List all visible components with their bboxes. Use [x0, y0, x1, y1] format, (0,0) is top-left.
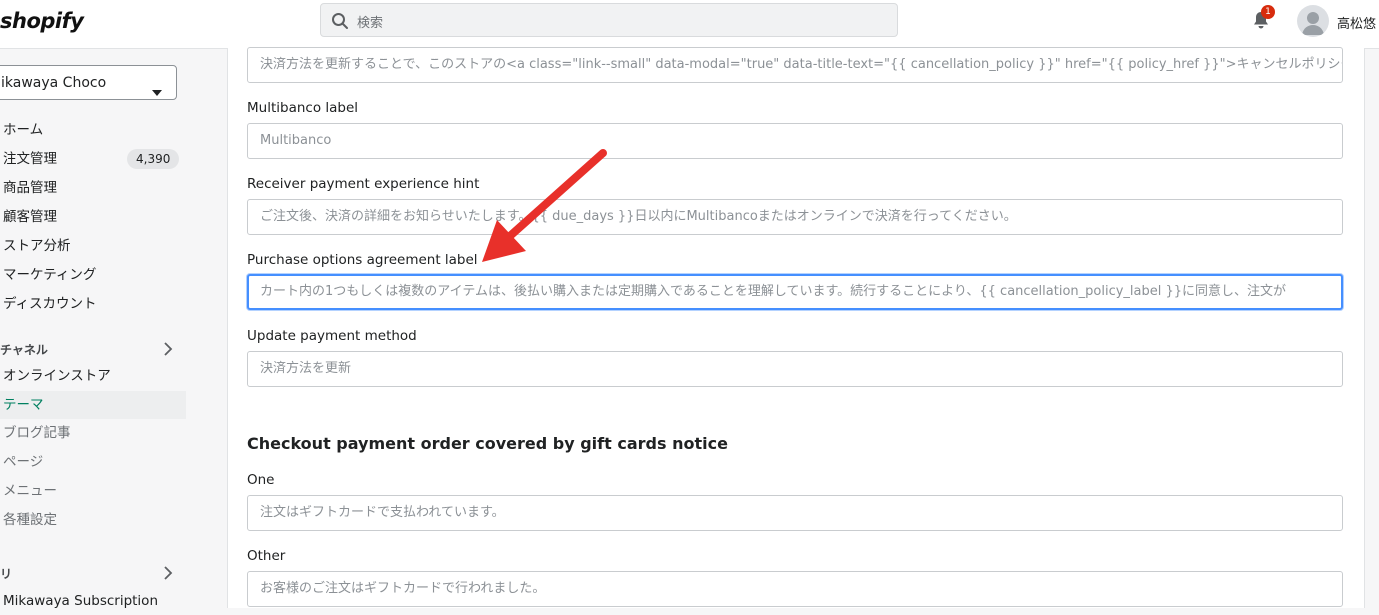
sidebar-item-label: 顧客管理 — [3, 209, 57, 225]
store-name: ikawaya Choco — [1, 75, 107, 91]
chevron-right-icon[interactable] — [163, 565, 173, 584]
sidebar-item-analytics[interactable]: ストア分析 — [0, 232, 186, 260]
field-label: Purchase options agreement label — [247, 252, 478, 268]
sidebar-item-home[interactable]: ホーム — [0, 116, 186, 144]
field-label: Update payment method — [247, 328, 417, 344]
field-label: Other — [247, 548, 286, 564]
sidebar-item-marketing[interactable]: マーケティング — [0, 261, 186, 289]
store-selector[interactable]: ikawaya Choco — [0, 65, 177, 100]
sidebar-item-app[interactable]: Mikawaya Subscription — [0, 587, 186, 615]
sidebar-item-themes[interactable]: テーマ — [0, 391, 186, 419]
section-title: Checkout payment order covered by gift c… — [247, 434, 728, 453]
field-placeholder: 注文はギフトカードで支払われています。 — [260, 505, 505, 520]
sidebar-item-label: メニュー — [3, 483, 57, 499]
sidebar-item-products[interactable]: 商品管理 — [0, 174, 186, 202]
sidebar-item-label: オンラインストア — [3, 368, 111, 384]
sidebar-item-label: Mikawaya Subscription — [3, 593, 158, 609]
search-bar[interactable]: 検索 — [320, 3, 898, 37]
sidebar: ikawaya Choco ホーム 注文管理 4,390 商品管理 顧客管理 スト… — [0, 49, 195, 609]
sidebar-item-discounts[interactable]: ディスカウント — [0, 290, 186, 318]
top-bar: shopify 検索 1 高松悠 — [0, 0, 1379, 49]
receiver-payment-hint-input[interactable]: ご注文後、決済の詳細をお知らせいたします。{{ due_days }}日以内にM… — [247, 199, 1343, 235]
field-label: Receiver payment experience hint — [247, 176, 480, 192]
sidebar-item-label: テーマ — [3, 397, 44, 413]
search-icon — [331, 12, 349, 34]
user-name[interactable]: 高松悠 — [1337, 13, 1376, 32]
chevron-right-icon[interactable] — [163, 341, 173, 360]
update-payment-method-input[interactable]: 決済方法を更新 — [247, 351, 1343, 387]
gift-card-one-input[interactable]: 注文はギフトカードで支払われています。 — [247, 495, 1343, 531]
sidebar-item-orders[interactable]: 注文管理 4,390 — [0, 145, 186, 173]
field-placeholder: Multibanco — [260, 133, 332, 148]
sidebar-item-label: ホーム — [3, 122, 44, 138]
sidebar-item-label: ディスカウント — [3, 296, 97, 312]
sidebar-item-pages[interactable]: ページ — [0, 448, 186, 476]
field-placeholder: ご注文後、決済の詳細をお知らせいたします。{{ due_days }}日以内にM… — [260, 209, 1017, 224]
search-placeholder: 検索 — [357, 16, 384, 31]
field-label: Multibanco label — [247, 100, 359, 116]
sidebar-item-label: ページ — [3, 454, 44, 470]
sidebar-item-label: 各種設定 — [3, 512, 57, 528]
channels-heading: チャネル — [0, 343, 48, 357]
sidebar-item-label: ブログ記事 — [3, 425, 71, 441]
sidebar-item-menus[interactable]: メニュー — [0, 477, 186, 505]
sidebar-item-blog-posts[interactable]: ブログ記事 — [0, 419, 186, 447]
notification-badge: 1 — [1261, 5, 1275, 19]
orders-count-badge: 4,390 — [127, 149, 180, 169]
avatar[interactable] — [1297, 5, 1329, 37]
sidebar-item-customers[interactable]: 顧客管理 — [0, 203, 186, 231]
shopify-logo[interactable]: shopify — [0, 9, 84, 33]
sidebar-item-label: マーケティング — [3, 267, 97, 283]
field-placeholder: 決済方法を更新 — [260, 361, 352, 376]
caret-down-icon — [152, 81, 162, 100]
sidebar-item-preferences[interactable]: 各種設定 — [0, 506, 186, 534]
field-value: 決済方法を更新することで、このストアの<a class="link--small… — [260, 57, 1343, 72]
field-placeholder: お客様のご注文はギフトカードで行われました。 — [260, 581, 546, 596]
multibanco-label-input[interactable]: Multibanco — [247, 123, 1343, 159]
field-label: One — [247, 472, 275, 488]
sidebar-item-online-store[interactable]: オンラインストア — [0, 362, 186, 390]
field-placeholder: カート内の1つもしくは複数のアイテムは、後払い購入または定期購入であることを理解… — [260, 284, 1287, 299]
sidebar-item-label: 注文管理 — [3, 151, 57, 167]
sidebar-item-label: 商品管理 — [3, 180, 57, 196]
gift-card-other-input[interactable]: お客様のご注文はギフトカードで行われました。 — [247, 571, 1343, 607]
apps-heading: リ — [0, 567, 13, 581]
sidebar-item-label: ストア分析 — [3, 238, 71, 254]
update-payment-text-field[interactable]: 決済方法を更新することで、このストアの<a class="link--small… — [247, 47, 1343, 83]
purchase-options-agreement-input[interactable]: カート内の1つもしくは複数のアイテムは、後払い購入または定期購入であることを理解… — [247, 274, 1343, 310]
